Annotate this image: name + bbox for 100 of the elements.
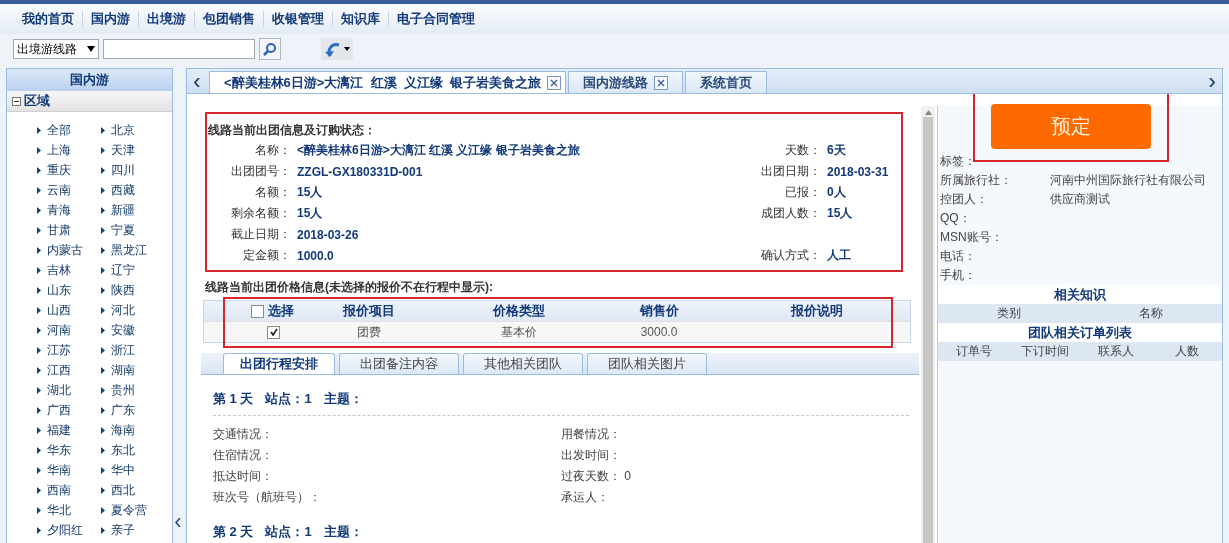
region-link[interactable]: 辽宁 xyxy=(101,262,165,278)
page-tab[interactable]: 国内游线路 xyxy=(568,71,684,93)
region-link[interactable]: 湖南 xyxy=(101,362,165,378)
region-link[interactable]: 山西 xyxy=(37,302,101,318)
menu-item[interactable]: 收银管理 xyxy=(264,11,333,27)
detail-tab[interactable]: 团队相关图片 xyxy=(587,353,707,374)
field-value: <醉美桂林6日游>大漓江 红溪 义江缘 银子岩美食之旅 xyxy=(297,142,581,159)
region-link[interactable]: 西北 xyxy=(101,482,165,498)
region-link[interactable]: 华中 xyxy=(101,462,165,478)
region-link[interactable]: 广西 xyxy=(37,402,101,418)
region-link[interactable]: 重庆 xyxy=(37,162,101,178)
bullet-icon xyxy=(101,126,105,134)
scroll-up-icon xyxy=(924,110,932,115)
field-label: 剩余名额： xyxy=(230,205,292,222)
region-link[interactable]: 夏令营 xyxy=(101,502,165,518)
region-link[interactable]: 河北 xyxy=(101,302,165,318)
row-checkbox[interactable] xyxy=(267,325,280,339)
itinerary-field: 过夜天数： 0 xyxy=(561,466,909,487)
column-header: 报价项目 xyxy=(341,302,396,320)
region-link[interactable]: 河南 xyxy=(37,322,101,338)
contact-value: 供应商测试 xyxy=(1050,191,1111,208)
menu-item[interactable]: 国内游 xyxy=(83,11,139,27)
region-link[interactable]: 山东 xyxy=(37,282,101,298)
column-header: 下订时间 xyxy=(1019,343,1070,360)
region-link[interactable]: 上海 xyxy=(37,142,101,158)
bullet-icon xyxy=(37,206,41,214)
bullet-icon xyxy=(37,166,41,174)
region-section-header[interactable]: 区域 xyxy=(7,91,172,112)
region-link[interactable]: 华南 xyxy=(37,462,101,478)
region-link[interactable]: 福建 xyxy=(37,422,101,438)
select-all-checkbox[interactable] xyxy=(251,304,264,318)
menu-item[interactable]: 电子合同管理 xyxy=(389,11,483,27)
page-tab[interactable]: 系统首页 xyxy=(685,71,768,93)
field-label: 截止日期： xyxy=(230,226,292,243)
menu-item[interactable]: 知识库 xyxy=(333,11,389,27)
bullet-icon xyxy=(101,246,105,254)
region-link[interactable]: 新疆 xyxy=(101,202,165,218)
day-number: 第 1 天 xyxy=(213,390,254,408)
bullet-icon xyxy=(101,306,105,314)
menu-item[interactable]: 包团销售 xyxy=(195,11,264,27)
region-link[interactable]: 湖北 xyxy=(37,382,101,398)
region-link[interactable]: 西南 xyxy=(37,482,101,498)
bullet-icon xyxy=(101,146,105,154)
table-cell-text: 基本价 xyxy=(500,323,538,341)
field-value: 15人 xyxy=(297,205,324,222)
region-link[interactable]: 陕西 xyxy=(101,282,165,298)
region-link[interactable]: 江西 xyxy=(37,362,101,378)
bullet-icon xyxy=(101,466,105,474)
field-label: 名额： xyxy=(254,184,292,201)
region-link[interactable]: 青海 xyxy=(37,202,101,218)
route-type-select[interactable]: 出境游线路 xyxy=(13,39,99,59)
region-link[interactable]: 华东 xyxy=(37,442,101,458)
region-link[interactable]: 全部 xyxy=(37,122,101,138)
detail-tab[interactable]: 出团行程安排 xyxy=(223,353,335,374)
undo-button[interactable] xyxy=(321,38,353,60)
region-link[interactable]: 宁夏 xyxy=(101,222,165,238)
search-field[interactable] xyxy=(103,39,255,59)
bullet-icon xyxy=(101,526,105,534)
region-link[interactable]: 广东 xyxy=(101,402,165,418)
region-link[interactable]: 云南 xyxy=(37,182,101,198)
region-link[interactable]: 西藏 xyxy=(101,182,165,198)
itinerary-field: 承运人： xyxy=(561,487,909,508)
column-header: 联系人 xyxy=(1096,343,1135,360)
scrollbar[interactable] xyxy=(921,106,935,543)
field-value: 15人 xyxy=(827,205,854,222)
search-icon xyxy=(263,42,277,56)
region-link[interactable]: 夕阳红 xyxy=(37,522,101,538)
region-link[interactable]: 黑龙江 xyxy=(101,242,165,258)
column-header: 价格类型 xyxy=(491,302,546,320)
detail-tab[interactable]: 其他相关团队 xyxy=(463,353,583,374)
close-icon[interactable] xyxy=(654,75,669,90)
menu-item[interactable]: 出境游 xyxy=(139,11,195,27)
menu-item[interactable]: 我的首页 xyxy=(14,11,83,27)
bullet-icon xyxy=(101,266,105,274)
detail-tab[interactable]: 出团备注内容 xyxy=(339,353,459,374)
bullet-icon xyxy=(37,506,41,514)
region-link[interactable]: 海南 xyxy=(101,422,165,438)
region-link[interactable]: 亲子 xyxy=(101,522,165,538)
region-link[interactable]: 贵州 xyxy=(101,382,165,398)
itinerary-field: 出发时间： xyxy=(561,445,909,466)
day-number: 第 2 天 xyxy=(213,523,254,541)
region-link[interactable]: 东北 xyxy=(101,442,165,458)
page-tab[interactable]: <醉美桂林6日游>大漓江 红溪 义江缘 银子岩美食之旅 xyxy=(209,71,567,93)
region-link[interactable]: 华北 xyxy=(37,502,101,518)
region-link[interactable]: 四川 xyxy=(101,162,165,178)
region-link[interactable]: 内蒙古 xyxy=(37,242,101,258)
caret-icon xyxy=(87,46,95,52)
field-label: 出团日期： xyxy=(760,163,822,180)
bullet-icon xyxy=(101,166,105,174)
scrollbar-thumb[interactable] xyxy=(923,117,933,543)
region-link[interactable]: 吉林 xyxy=(37,262,101,278)
search-button[interactable] xyxy=(259,38,281,60)
region-link[interactable]: 北京 xyxy=(101,122,165,138)
close-icon[interactable] xyxy=(547,75,562,90)
region-link[interactable]: 甘肃 xyxy=(37,222,101,238)
region-link[interactable]: 江苏 xyxy=(37,342,101,358)
region-link[interactable]: 浙江 xyxy=(101,342,165,358)
bullet-icon xyxy=(101,226,105,234)
region-link[interactable]: 安徽 xyxy=(101,322,165,338)
region-link[interactable]: 天津 xyxy=(101,142,165,158)
